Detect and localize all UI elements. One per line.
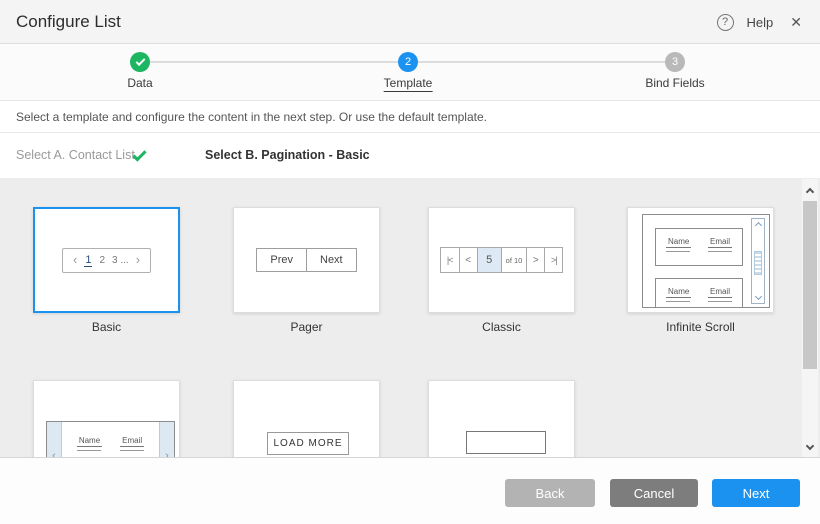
template-slot-pager: Prev Next Pager: [233, 207, 380, 334]
dialog-footer: Back Cancel Next: [0, 458, 820, 524]
email-column-label: Email: [708, 287, 732, 298]
mini-scrollbar: [751, 218, 765, 304]
template-label-pager: Pager: [233, 320, 380, 334]
template-card-empty[interactable]: [428, 380, 575, 458]
page-1-active: 1: [84, 254, 92, 267]
data-line: [666, 301, 690, 302]
description-bar: Select a template and configure the cont…: [0, 101, 820, 133]
gallery-scrollbar[interactable]: [802, 179, 818, 457]
template-label-infinite-scroll: Infinite Scroll: [627, 320, 774, 334]
back-button[interactable]: Back: [505, 479, 595, 507]
scrollbar-thumb[interactable]: [803, 201, 817, 369]
next-cell: Next: [306, 249, 356, 271]
last-page-icon: >|: [544, 248, 562, 272]
email-column-label: Email: [120, 436, 144, 447]
template-card-classic[interactable]: |< < 5 of 10 > >|: [428, 207, 575, 313]
data-line: [77, 450, 101, 451]
check-icon: [135, 56, 145, 66]
template-slot-slider: ‹ Name Email ›: [33, 380, 180, 458]
select-a-label: Select A. Contact List: [16, 133, 135, 178]
step-data-label: Data: [127, 76, 152, 90]
template-label-classic: Classic: [428, 320, 575, 334]
dialog-title: Configure List: [16, 0, 121, 44]
help-icon[interactable]: ?: [717, 14, 734, 31]
name-column-label: Name: [666, 287, 691, 298]
name-column-label: Name: [666, 237, 691, 248]
template-label-basic: Basic: [33, 320, 180, 334]
template-slot-load-more: LOAD MORE: [233, 380, 380, 458]
chevron-left-icon: ‹: [73, 255, 77, 265]
step-data-circle[interactable]: [130, 52, 150, 72]
infinite-scroll-preview: Name Email Name Email: [642, 214, 770, 308]
data-line: [666, 251, 690, 252]
template-card-pager[interactable]: Prev Next: [233, 207, 380, 313]
step-connector-2: [418, 61, 665, 63]
chevron-right-icon: ›: [159, 422, 174, 458]
record-box: Name Email: [655, 228, 743, 266]
chevron-down-icon: [755, 293, 762, 300]
dialog-header: Configure List ? Help ✕: [0, 0, 820, 44]
of-total-cell: of 10: [501, 248, 527, 272]
template-slot-classic: |< < 5 of 10 > >| Classic: [428, 207, 575, 334]
first-page-icon: |<: [441, 248, 459, 272]
scroll-thumb: [754, 251, 762, 275]
select-b-label: Select B. Pagination - Basic: [205, 133, 370, 178]
load-more-preview-button: LOAD MORE: [267, 432, 349, 455]
cancel-button[interactable]: Cancel: [610, 479, 698, 507]
pager-preview: Prev Next: [256, 248, 356, 272]
chevron-up-icon[interactable]: [806, 188, 814, 196]
basic-pagination-preview: ‹ 1 2 3 ... ›: [62, 248, 151, 273]
chevron-left-icon: ‹: [47, 422, 62, 458]
prev-cell: Prev: [257, 249, 306, 271]
current-page-cell: 5: [477, 248, 501, 272]
classic-pagination-preview: |< < 5 of 10 > >|: [440, 247, 564, 273]
template-card-basic[interactable]: ‹ 1 2 3 ... ›: [33, 207, 180, 313]
chevron-right-icon: ›: [136, 255, 140, 265]
page-2: 2: [99, 255, 105, 266]
next-button[interactable]: Next: [712, 479, 800, 507]
template-card-infinite-scroll[interactable]: Name Email Name Email: [627, 207, 774, 313]
name-column-label: Name: [77, 436, 102, 447]
template-card-load-more[interactable]: LOAD MORE: [233, 380, 380, 458]
stepper: 2 3 Data Template Bind Fields: [0, 44, 820, 101]
data-line: [708, 251, 732, 252]
chevron-up-icon: [755, 222, 762, 229]
template-slot-infinite-scroll: Name Email Name Email Infinite Scroll: [627, 207, 774, 334]
step-bind-fields-circle[interactable]: 3: [665, 52, 685, 72]
template-slot-basic: ‹ 1 2 3 ... › Basic: [33, 207, 180, 334]
template-slot-empty: [428, 380, 575, 458]
step-template-label: Template: [384, 76, 433, 92]
template-gallery-panel: ‹ 1 2 3 ... › Basic Prev Next Pager: [0, 178, 820, 458]
configure-list-dialog: Configure List ? Help ✕ 2 3 Data Templat…: [0, 0, 820, 524]
step-bind-fields-label: Bind Fields: [645, 76, 704, 90]
email-column-label: Email: [708, 237, 732, 248]
template-card-slider[interactable]: ‹ Name Email ›: [33, 380, 180, 458]
data-line: [708, 301, 732, 302]
slider-preview: ‹ Name Email ›: [46, 421, 175, 458]
prev-page-icon: <: [459, 248, 477, 272]
step-template-circle[interactable]: 2: [398, 52, 418, 72]
step-connector-1: [150, 61, 398, 63]
close-icon[interactable]: ✕: [786, 12, 806, 33]
chevron-down-icon[interactable]: [806, 442, 814, 450]
page-rest: 3 ...: [112, 255, 129, 266]
description-text: Select a template and configure the cont…: [16, 101, 487, 133]
next-page-icon: >: [526, 248, 544, 272]
selection-row: Select A. Contact List Select B. Paginat…: [0, 133, 820, 178]
header-actions: ? Help ✕: [717, 0, 806, 44]
data-line: [120, 450, 144, 451]
record-box: Name Email: [655, 278, 743, 308]
slider-record: Name Email: [62, 422, 159, 458]
empty-field-preview: [466, 431, 546, 454]
help-link[interactable]: Help: [747, 15, 774, 30]
